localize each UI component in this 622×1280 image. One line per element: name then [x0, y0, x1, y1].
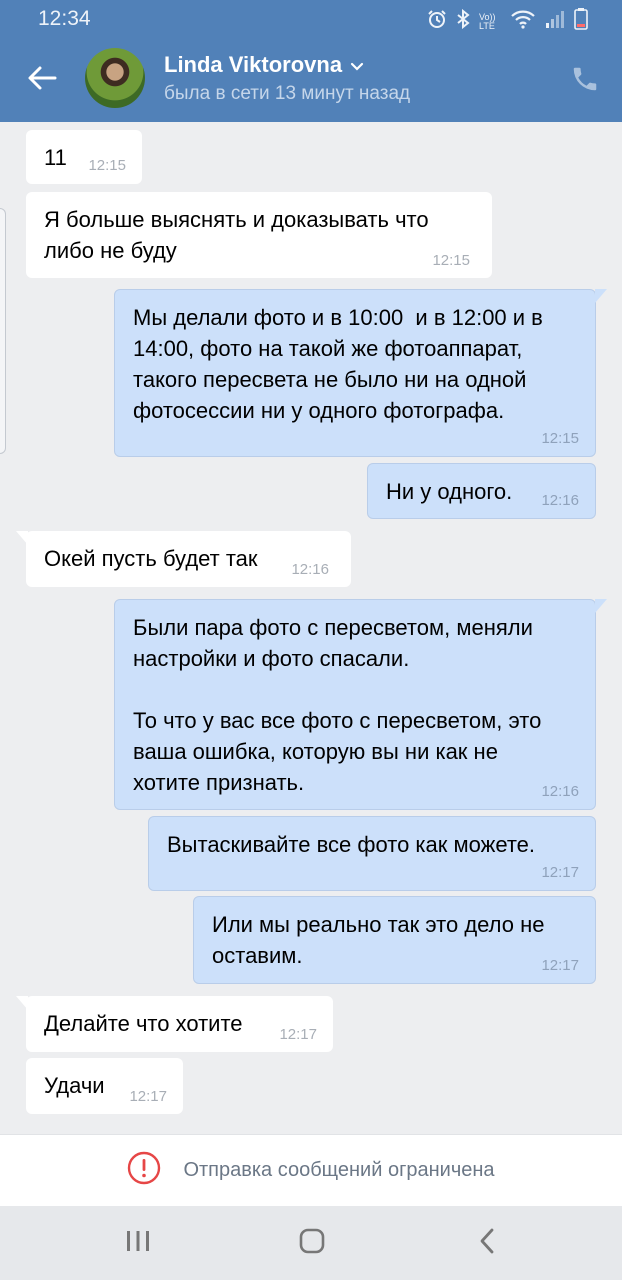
- nav-back-button[interactable]: [470, 1228, 504, 1258]
- message-text: Мы делали фото и в 10:00 и в 12:00 и в 1…: [133, 305, 543, 423]
- message-time: 12:16: [541, 492, 579, 509]
- phone-icon: [570, 67, 600, 98]
- message-time: 12:15: [432, 252, 470, 269]
- system-nav-bar: [0, 1206, 622, 1280]
- message-outgoing[interactable]: Вытаскивайте все фото как можете. 12:17: [148, 816, 596, 891]
- signal-icon: [545, 9, 565, 34]
- back-icon: [477, 1227, 497, 1260]
- home-icon: [298, 1227, 326, 1260]
- recent-apps-icon: [125, 1229, 151, 1258]
- message-text: Окей пусть будет так: [44, 546, 258, 571]
- message-time: 12:15: [541, 430, 579, 447]
- avatar[interactable]: [85, 48, 145, 108]
- status-time: 12:34: [38, 7, 91, 30]
- message-incoming[interactable]: Окей пусть будет так 12:16: [16, 531, 351, 587]
- scroll-edge-handle: [0, 208, 6, 454]
- bubble-tail: [16, 531, 28, 545]
- message-outgoing[interactable]: Мы делали фото и в 10:00 и в 12:00 и в 1…: [114, 289, 607, 457]
- message-time: 12:17: [129, 1088, 167, 1105]
- message-time: 12:17: [541, 864, 579, 881]
- back-button[interactable]: [22, 60, 62, 100]
- message-time: 12:17: [541, 957, 579, 974]
- message-text: Делайте что хотите: [44, 1011, 243, 1036]
- wifi-icon: [510, 9, 536, 34]
- bluetooth-icon: [456, 8, 470, 34]
- message-text: Или мы реально так это дело не оставим.: [212, 912, 545, 968]
- message-time: 12:16: [291, 561, 329, 578]
- battery-low-icon: [574, 8, 588, 35]
- volte-icon: Vo)) LTE: [479, 11, 496, 31]
- message-incoming[interactable]: Делайте что хотите 12:17: [16, 996, 333, 1052]
- message-outgoing[interactable]: Были пара фото с пересветом, меняли наст…: [114, 599, 607, 810]
- message-time: 12:15: [88, 157, 126, 174]
- message-incoming[interactable]: Удачи 12:17: [26, 1058, 183, 1114]
- bubble-tail: [16, 996, 28, 1010]
- recent-apps-button[interactable]: [121, 1228, 155, 1258]
- alarm-icon: [427, 9, 447, 34]
- message-time: 12:16: [541, 783, 579, 800]
- message-text: Были пара фото с пересветом, меняли наст…: [133, 615, 542, 795]
- chevron-down-icon: [350, 52, 364, 78]
- message-incoming[interactable]: Я больше выяснять и доказывать что либо …: [26, 192, 492, 278]
- message-list[interactable]: 11 12:15 Я больше выяснять и доказывать …: [0, 122, 622, 1134]
- last-seen-status: была в сети 13 минут назад: [164, 83, 411, 104]
- contact-name-label: Linda Viktorovna: [164, 52, 343, 77]
- bubble-tail: [595, 599, 607, 613]
- call-button[interactable]: [570, 64, 600, 94]
- bubble-tail: [595, 289, 607, 303]
- message-time: 12:17: [279, 1026, 317, 1043]
- status-bar: 12:34 Vo)) LTE: [0, 0, 622, 38]
- message-outgoing[interactable]: Ни у одного. 12:16: [367, 463, 596, 519]
- contact-name[interactable]: Linda Viktorovna: [164, 52, 364, 78]
- chat-header: Linda Viktorovna была в сети 13 минут на…: [0, 38, 622, 122]
- error-circle-icon: [127, 1151, 161, 1190]
- message-text: Вытаскивайте все фото как можете.: [167, 832, 536, 857]
- arrow-left-icon: [27, 65, 57, 96]
- message-outgoing[interactable]: Или мы реально так это дело не оставим. …: [193, 896, 596, 984]
- restricted-text: Отправка сообщений ограничена: [183, 1159, 495, 1181]
- status-icons: Vo)) LTE: [427, 8, 588, 35]
- message-incoming[interactable]: 11 12:15: [26, 130, 142, 184]
- home-button[interactable]: [295, 1228, 329, 1258]
- messaging-restricted-notice: Отправка сообщений ограничена: [0, 1134, 622, 1206]
- message-text: Я больше выяснять и доказывать что либо …: [44, 207, 429, 263]
